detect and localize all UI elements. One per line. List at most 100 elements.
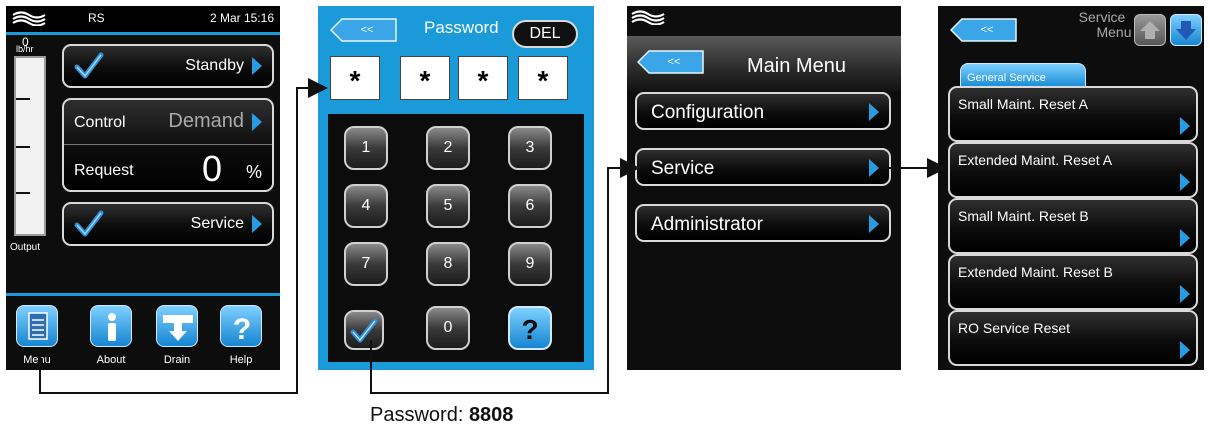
help-label: Help: [229, 354, 253, 366]
password-digit-2: *: [400, 56, 450, 100]
arrow-up-icon: [1140, 21, 1160, 39]
status-bar: RS 2 Mar 15:16: [6, 6, 280, 32]
about-label: About: [96, 354, 126, 366]
logo-icon: [12, 10, 46, 26]
back-label: <<: [980, 24, 994, 36]
chevron-right-icon: [250, 56, 264, 76]
service-item-label: RO Service Reset: [958, 320, 1071, 336]
key-7[interactable]: 7: [344, 242, 388, 286]
chevron-right-icon: [250, 112, 264, 132]
help-icon: ?: [521, 314, 538, 345]
password-screen: << Password DEL * * * * 1 2 3 4 5 6 7 8 …: [318, 6, 594, 370]
standby-label: Standby: [185, 57, 244, 74]
info-icon: [108, 313, 116, 341]
drain-icon: [163, 315, 193, 341]
back-button[interactable]: <<: [950, 18, 1018, 42]
help-key[interactable]: ?: [508, 306, 552, 350]
back-label: <<: [667, 56, 681, 68]
gauge-tick: [16, 146, 30, 148]
page-title: Service Menu: [1066, 10, 1138, 40]
confirm-key[interactable]: [344, 310, 384, 350]
service-item-label: Extended Maint. Reset A: [958, 152, 1113, 168]
service-item-extended-maint-b[interactable]: Extended Maint. Reset B: [948, 254, 1198, 310]
password-caption: Password: 8808: [370, 404, 513, 427]
home-screen: RS 2 Mar 15:16 0 lb/hr Output Standby Co…: [6, 6, 280, 370]
arrow-down-icon: [1176, 21, 1196, 40]
logo-icon: [631, 9, 665, 25]
menu-item-administrator[interactable]: Administrator: [635, 204, 891, 242]
back-button[interactable]: <<: [637, 50, 705, 74]
key-4[interactable]: 4: [344, 184, 388, 228]
chevron-right-icon: [1178, 284, 1192, 304]
key-6[interactable]: 6: [508, 184, 552, 228]
accent-bar: [6, 32, 280, 35]
page-title: Main Menu: [747, 55, 846, 77]
scroll-up-button[interactable]: [1134, 14, 1166, 46]
check-icon: [74, 210, 104, 243]
chevron-right-icon: [1178, 172, 1192, 192]
service-item-label: Extended Maint. Reset B: [958, 264, 1113, 280]
menu-button[interactable]: [16, 305, 58, 347]
status-label: RS: [88, 11, 105, 25]
svg-text:?: ?: [233, 313, 251, 346]
control-value: Demand: [168, 110, 244, 132]
caption-value: 8808: [468, 404, 514, 426]
help-icon: ?: [233, 313, 251, 346]
key-8[interactable]: 8: [426, 242, 470, 286]
chevron-right-icon: [867, 158, 881, 178]
service-item-small-maint-a[interactable]: Small Maint. Reset A: [948, 86, 1198, 142]
menu-item-label: Service: [651, 158, 715, 179]
check-icon: [74, 52, 104, 85]
password-digit-3: *: [458, 56, 508, 100]
key-9[interactable]: 9: [508, 242, 552, 286]
scroll-down-button[interactable]: [1170, 14, 1202, 46]
gauge-label: Output: [10, 242, 41, 253]
key-2[interactable]: 2: [426, 126, 470, 170]
gauge-unit: lb/hr: [16, 44, 34, 54]
menu-item-service[interactable]: Service: [635, 148, 891, 186]
standby-button[interactable]: Standby: [62, 44, 274, 88]
drain-button[interactable]: [156, 305, 198, 347]
control-row[interactable]: Control Demand: [64, 100, 272, 145]
service-item-ro-service-reset[interactable]: RO Service Reset: [948, 310, 1198, 366]
del-label: DEL: [529, 25, 561, 42]
gauge-tick: [16, 192, 30, 194]
service-menu-screen: << Service Menu General Service Small Ma…: [938, 6, 1204, 370]
back-button[interactable]: <<: [330, 18, 398, 42]
service-item-small-maint-b[interactable]: Small Maint. Reset B: [948, 198, 1198, 254]
service-button[interactable]: Service: [62, 202, 274, 246]
datetime: 2 Mar 15:16: [209, 11, 274, 25]
del-button[interactable]: DEL: [512, 20, 578, 48]
request-value: 0: [202, 148, 223, 189]
request-label: Request: [74, 162, 134, 179]
gauge-tick: [16, 98, 30, 100]
caption-label: Password:: [370, 404, 464, 426]
key-3[interactable]: 3: [508, 126, 552, 170]
menu-item-label: Configuration: [651, 102, 765, 123]
key-1[interactable]: 1: [344, 126, 388, 170]
chevron-right-icon: [1178, 340, 1192, 360]
key-5[interactable]: 5: [426, 184, 470, 228]
request-unit: %: [245, 162, 262, 182]
tab-general-service[interactable]: General Service: [960, 63, 1086, 87]
key-0[interactable]: 0: [426, 306, 470, 350]
service-item-label: Small Maint. Reset B: [958, 208, 1089, 224]
menu-label: Menu: [23, 354, 51, 366]
chevron-right-icon: [867, 102, 881, 122]
svg-text:?: ?: [521, 314, 538, 345]
menu-item-configuration[interactable]: Configuration: [635, 92, 891, 130]
service-label: Service: [190, 215, 244, 232]
drain-label: Drain: [163, 354, 191, 366]
header: << Main Menu: [627, 36, 901, 92]
chevron-right-icon: [1178, 116, 1192, 136]
about-button[interactable]: [90, 305, 132, 347]
back-label: <<: [360, 24, 374, 36]
control-label: Control: [74, 114, 126, 131]
service-item-extended-maint-a[interactable]: Extended Maint. Reset A: [948, 142, 1198, 198]
chevron-right-icon: [250, 214, 264, 234]
main-menu-screen: << Main Menu Configuration Service Admin…: [627, 6, 901, 370]
menu-document-icon: [28, 312, 48, 340]
chevron-right-icon: [1178, 228, 1192, 248]
help-button[interactable]: ?: [220, 305, 262, 347]
keypad: 1 2 3 4 5 6 7 8 9 0 ?: [328, 114, 584, 362]
